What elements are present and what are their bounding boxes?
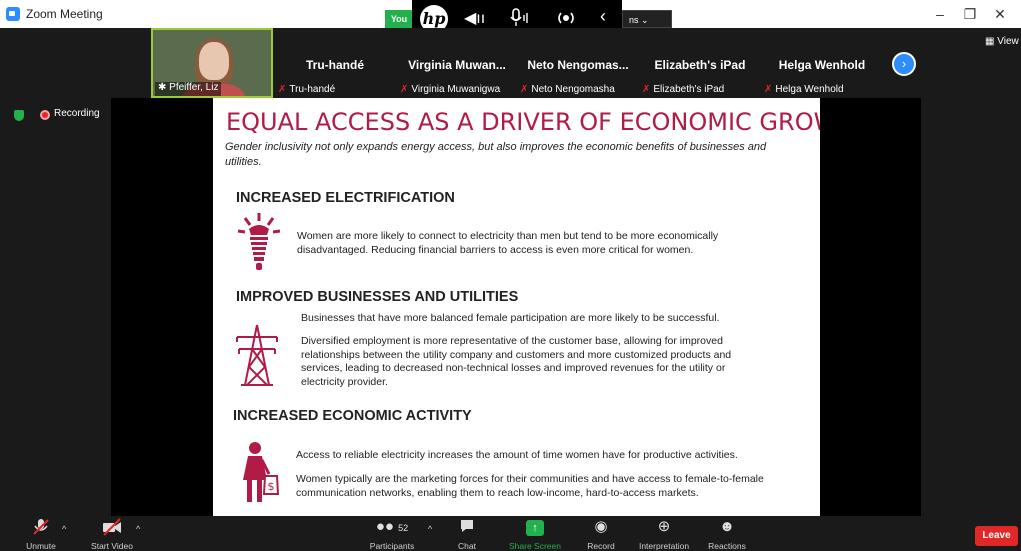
section-heading: IMPROVED BUSINESSES AND UTILITIES [236, 289, 519, 305]
muted-mic-icon: ✗ [520, 84, 529, 95]
pin-icon: ✱ [158, 82, 170, 93]
participant-label: ✗ Tru-handé [278, 84, 336, 95]
security-shield-icon[interactable] [14, 110, 24, 121]
participant-label: ✗ Helga Wenhold [764, 84, 844, 95]
view-options-button[interactable]: ns ⌄ [622, 10, 672, 28]
woman-with-money-icon: $ [243, 442, 279, 502]
share-screen-icon: ↑ [526, 520, 544, 536]
chat-icon [452, 518, 482, 536]
section-paragraph: Diversified employment is more represent… [301, 335, 732, 388]
audio-options-caret[interactable]: ^ [62, 524, 66, 534]
window-title: Zoom Meeting [26, 7, 103, 21]
recording-icon [40, 110, 50, 120]
slide-subtitle: Gender inclusivity not only expands ener… [225, 141, 767, 168]
participant-tile[interactable]: Neto Nengomas... ✗ Neto Nengomasha [518, 28, 638, 98]
participant-name: Elizabeth's iPad [654, 58, 746, 72]
record-button[interactable]: ◉ Record [584, 518, 618, 551]
participant-tile[interactable]: Virginia Muwan... ✗ Virginia Muwanigwa [398, 28, 516, 98]
video-off-icon [84, 518, 140, 536]
video-options-caret[interactable]: ^ [136, 524, 140, 534]
participants-options-caret[interactable]: ^ [428, 524, 432, 534]
participant-label: ✗ Neto Nengomasha [520, 84, 615, 95]
participant-video-tile[interactable]: ✱ Pfeiffer, Liz [151, 28, 273, 98]
participant-name: Virginia Muwan... [408, 58, 506, 72]
reactions-button[interactable]: ☻ Reactions [706, 518, 748, 551]
participant-video-face [199, 42, 229, 80]
participants-button[interactable]: ●● 52 Participants [366, 518, 418, 551]
muted-microphone-icon [18, 518, 64, 536]
muted-mic-icon: ✗ [400, 84, 409, 95]
recording-label[interactable]: Recording [54, 108, 100, 119]
chat-button[interactable]: Chat [452, 518, 482, 551]
participant-tile[interactable]: Tru-handé ✗ Tru-handé [276, 28, 394, 98]
close-button[interactable]: ✕ [985, 4, 1015, 24]
globe-icon: ⊕ [657, 518, 671, 535]
participant-label: ✱ Pfeiffer, Liz [155, 82, 222, 96]
zoom-app-icon [6, 7, 20, 21]
next-page-button[interactable]: › [892, 52, 916, 76]
section-paragraph: Women typically are the marketing forces… [296, 473, 764, 499]
participant-name: Neto Nengomas... [527, 58, 629, 72]
leave-button[interactable]: Leave [975, 526, 1018, 546]
power-tower-icon [236, 324, 278, 386]
participant-label: ✗ Elizabeth's iPad [642, 84, 725, 95]
muted-mic-icon: ✗ [764, 84, 773, 95]
interpretation-button[interactable]: ⊕ Interpretation [636, 518, 692, 551]
muted-mic-icon: ✗ [642, 84, 651, 95]
section-paragraph: Access to reliable electricity increases… [296, 449, 738, 461]
muted-mic-icon: ✗ [278, 84, 287, 95]
start-video-button[interactable]: Start Video [84, 518, 140, 551]
record-icon: ◉ [594, 518, 608, 535]
participants-count: 52 [398, 523, 409, 533]
participant-name: Helga Wenhold [778, 58, 866, 72]
volume-icon[interactable]: ◀ıı [464, 8, 485, 28]
participant-label: ✗ Virginia Muwanigwa [400, 84, 501, 95]
grid-icon: ▦ [985, 36, 998, 47]
meeting-toolbar: Unmute ^ Start Video ^ ●● 52 Participant… [0, 516, 1021, 551]
section-heading: INCREASED ELECTRIFICATION [236, 190, 455, 206]
sharing-indicator[interactable]: You [385, 10, 413, 28]
view-button[interactable]: ▦ View [985, 36, 1019, 47]
section-heading: INCREASED ECONOMIC ACTIVITY [233, 408, 472, 424]
svg-text:$: $ [268, 480, 275, 493]
section-paragraph: Women are more likely to connect to elec… [297, 230, 719, 256]
smiley-icon: ☻ [719, 518, 735, 535]
unmute-button[interactable]: Unmute [18, 518, 64, 551]
minimize-button[interactable]: – [925, 4, 955, 24]
participant-tile[interactable]: Elizabeth's iPad ✗ Elizabeth's iPad [640, 28, 760, 98]
slide-title: EQUAL ACCESS AS A DRIVER OF ECONOMIC GRO… [226, 108, 820, 136]
participants-icon: ●● 52 [375, 518, 409, 535]
lightbulb-icon [237, 213, 281, 270]
restore-button[interactable]: ❐ [955, 4, 985, 24]
shared-slide: EQUAL ACCESS AS A DRIVER OF ECONOMIC GRO… [213, 98, 820, 516]
section-paragraph: Businesses that have more balanced femal… [301, 312, 720, 324]
participant-tile[interactable]: Helga Wenhold ✗ Helga Wenhold [762, 28, 882, 98]
chevron-left-icon[interactable]: ‹ [600, 6, 606, 27]
share-screen-button[interactable]: ↑ Share Screen [506, 518, 564, 551]
participant-name: Tru-handé [305, 58, 364, 72]
